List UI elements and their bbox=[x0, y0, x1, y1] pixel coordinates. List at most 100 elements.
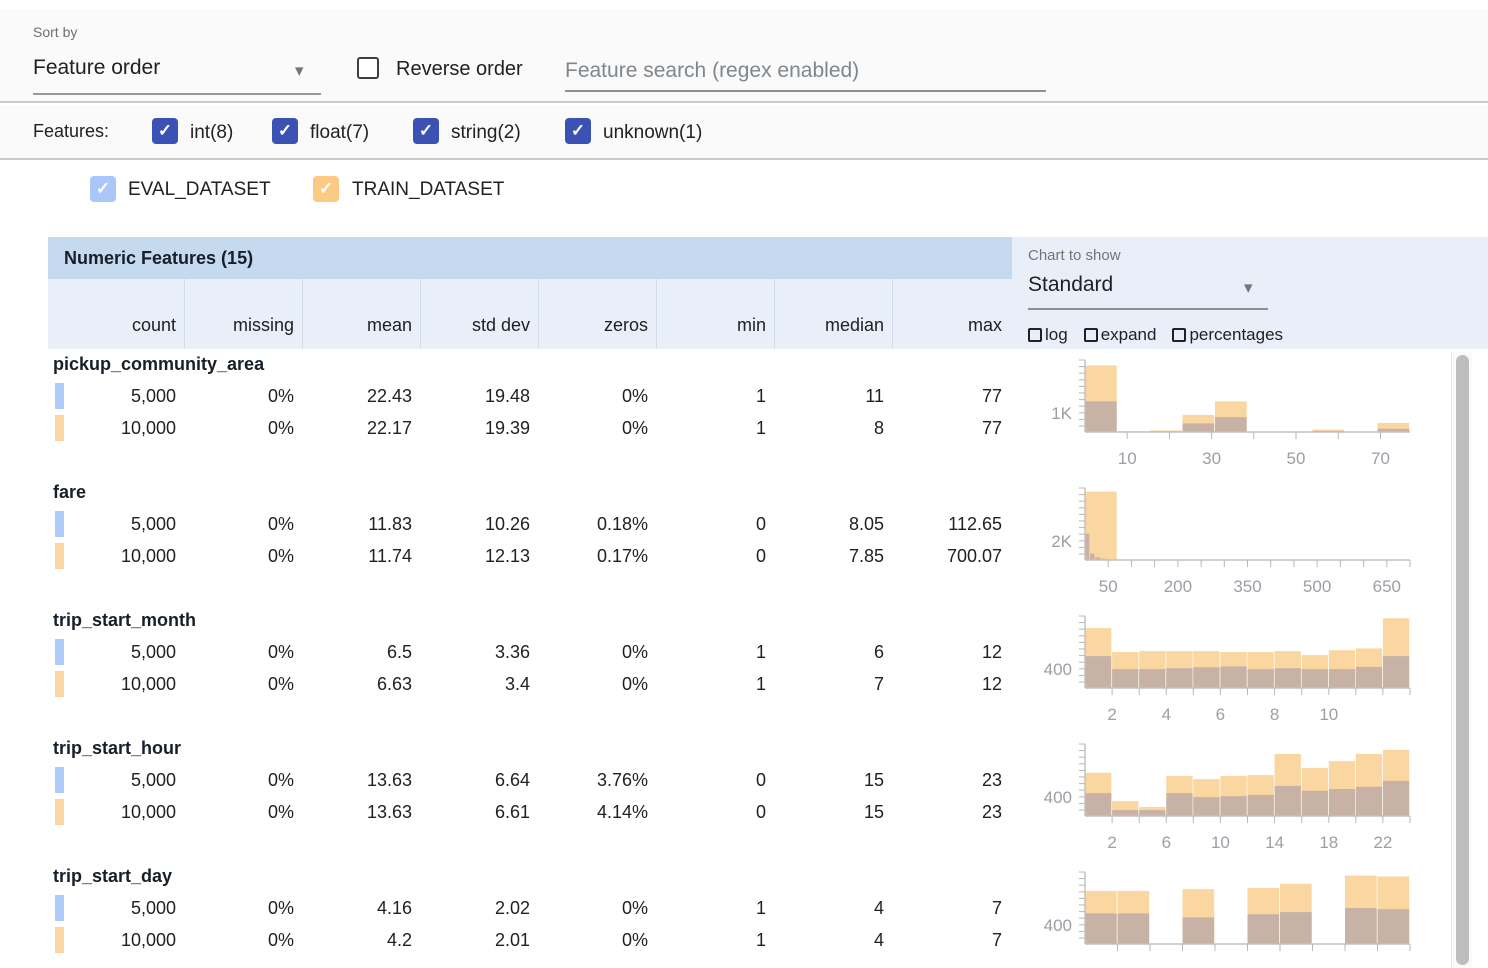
stat-zeros: 0% bbox=[538, 930, 656, 951]
stat-missing: 0% bbox=[184, 930, 302, 951]
feature-group: trip_start_day 5,000 0% 4.16 2.02 0% 1 4… bbox=[48, 861, 1012, 968]
chart-scrollbar-track bbox=[1451, 352, 1472, 968]
stat-median: 8 bbox=[774, 418, 892, 439]
column-header-stddev: std dev bbox=[420, 279, 538, 349]
stat-missing: 0% bbox=[184, 642, 302, 663]
feature-group: pickup_community_area 5,000 0% 22.43 19.… bbox=[48, 349, 1012, 477]
histogram-fare[interactable]: 2K 50200350500650 bbox=[1028, 477, 1460, 605]
chart-type-select[interactable]: Standard bbox=[1028, 273, 1113, 297]
stat-count: 5,000 bbox=[48, 898, 184, 919]
histogram-trip-start-day[interactable]: 400 bbox=[1028, 861, 1460, 968]
svg-text:2: 2 bbox=[1107, 705, 1116, 724]
stat-missing: 0% bbox=[184, 770, 302, 791]
stat-zeros: 0% bbox=[538, 674, 656, 695]
stat-zeros: 0% bbox=[538, 642, 656, 663]
search-input[interactable] bbox=[565, 52, 1046, 92]
expand-label: expand bbox=[1101, 325, 1157, 345]
svg-text:6: 6 bbox=[1216, 705, 1225, 724]
check-icon: ✓ bbox=[158, 121, 172, 141]
feature-type-filter-bar: Features: ✓ int(8) ✓ float(7) ✓ string(2… bbox=[0, 105, 1488, 160]
stat-missing: 0% bbox=[184, 386, 302, 407]
histogram-trip-start-month[interactable]: 400 246810 bbox=[1028, 605, 1460, 733]
stat-mean: 6.63 bbox=[302, 674, 420, 695]
reverse-order-checkbox[interactable] bbox=[357, 57, 379, 79]
y-axis-label: 2K bbox=[1028, 532, 1072, 552]
feature-name: trip_start_day bbox=[53, 866, 172, 887]
float-filter-checkbox[interactable]: ✓ bbox=[272, 118, 298, 144]
eval-stats-row: 5,000 0% 6.5 3.36 0% 1 6 12 bbox=[48, 637, 1012, 667]
stat-stddev: 19.39 bbox=[420, 418, 538, 439]
sort-toolbar: Sort by Feature order ▾ Reverse order bbox=[0, 9, 1488, 103]
train-stats-row: 10,000 0% 13.63 6.61 4.14% 0 15 23 bbox=[48, 797, 1012, 827]
check-icon: ✓ bbox=[319, 179, 333, 199]
eval-dataset-checkbox[interactable]: ✓ bbox=[90, 176, 116, 202]
stat-stddev: 6.64 bbox=[420, 770, 538, 791]
numeric-features-header: Numeric Features (15) bbox=[48, 237, 1012, 279]
histogram-svg: 246810 bbox=[1075, 616, 1420, 728]
svg-text:650: 650 bbox=[1373, 577, 1401, 596]
stat-max: 77 bbox=[892, 386, 1010, 407]
stat-count: 10,000 bbox=[48, 674, 184, 695]
log-checkbox[interactable] bbox=[1028, 328, 1042, 342]
stat-min: 1 bbox=[656, 930, 774, 951]
y-axis-label: 400 bbox=[1028, 788, 1072, 808]
stat-mean: 11.74 bbox=[302, 546, 420, 567]
stat-count: 10,000 bbox=[48, 802, 184, 823]
svg-text:50: 50 bbox=[1099, 577, 1118, 596]
feature-name: pickup_community_area bbox=[53, 354, 264, 375]
expand-checkbox[interactable] bbox=[1084, 328, 1098, 342]
svg-text:8: 8 bbox=[1270, 705, 1279, 724]
sort-order-select[interactable]: Feature order ▾ bbox=[33, 56, 321, 80]
stat-missing: 0% bbox=[184, 802, 302, 823]
unknown-filter-checkbox[interactable]: ✓ bbox=[565, 118, 591, 144]
train-stats-row: 10,000 0% 22.17 19.39 0% 1 8 77 bbox=[48, 413, 1012, 443]
column-header-zeros: zeros bbox=[538, 279, 656, 349]
stat-median: 7 bbox=[774, 674, 892, 695]
chart-scrollbar-thumb[interactable] bbox=[1456, 355, 1469, 965]
column-header-median: median bbox=[774, 279, 892, 349]
stat-max: 7 bbox=[892, 930, 1010, 951]
facets-overview-page: Sort by Feature order ▾ Reverse order Fe… bbox=[0, 0, 1488, 968]
chart-to-show-panel: Chart to show Standard ▾ log expand perc… bbox=[1012, 237, 1488, 349]
stat-min: 1 bbox=[656, 418, 774, 439]
stat-median: 4 bbox=[774, 898, 892, 919]
histogram-trip-start-hour[interactable]: 400 2610141822 bbox=[1028, 733, 1460, 861]
eval-dataset-label: EVAL_DATASET bbox=[128, 179, 271, 201]
svg-text:6: 6 bbox=[1162, 833, 1171, 852]
stat-stddev: 6.61 bbox=[420, 802, 538, 823]
stat-stddev: 2.01 bbox=[420, 930, 538, 951]
percentages-checkbox[interactable] bbox=[1172, 328, 1186, 342]
stat-min: 0 bbox=[656, 770, 774, 791]
eval-color-chip bbox=[55, 895, 64, 921]
svg-text:350: 350 bbox=[1233, 577, 1261, 596]
train-dataset-checkbox[interactable]: ✓ bbox=[313, 176, 339, 202]
stat-mean: 4.2 bbox=[302, 930, 420, 951]
int-filter-checkbox[interactable]: ✓ bbox=[152, 118, 178, 144]
stat-min: 1 bbox=[656, 898, 774, 919]
stat-min: 1 bbox=[656, 674, 774, 695]
stat-min: 1 bbox=[656, 386, 774, 407]
stat-count: 5,000 bbox=[48, 514, 184, 535]
eval-color-chip bbox=[55, 383, 64, 409]
stat-stddev: 2.02 bbox=[420, 898, 538, 919]
feature-name: fare bbox=[53, 482, 86, 503]
column-header-max: max bbox=[892, 279, 1010, 349]
stat-mean: 13.63 bbox=[302, 802, 420, 823]
stat-median: 4 bbox=[774, 930, 892, 951]
stat-min: 0 bbox=[656, 546, 774, 567]
histogram-svg bbox=[1075, 872, 1420, 968]
stat-min: 0 bbox=[656, 802, 774, 823]
reverse-order-label: Reverse order bbox=[396, 58, 523, 81]
stat-stddev: 19.48 bbox=[420, 386, 538, 407]
svg-text:30: 30 bbox=[1202, 449, 1221, 468]
eval-color-chip bbox=[55, 639, 64, 665]
svg-text:500: 500 bbox=[1303, 577, 1331, 596]
histogram-svg: 50200350500650 bbox=[1075, 488, 1420, 600]
int-filter-label: int(8) bbox=[190, 122, 233, 144]
train-color-chip bbox=[55, 671, 64, 697]
svg-text:4: 4 bbox=[1162, 705, 1171, 724]
histogram-pickup-community-area[interactable]: 1K 10305070 bbox=[1028, 349, 1460, 477]
y-axis-label: 400 bbox=[1028, 916, 1072, 936]
stat-missing: 0% bbox=[184, 514, 302, 535]
string-filter-checkbox[interactable]: ✓ bbox=[413, 118, 439, 144]
